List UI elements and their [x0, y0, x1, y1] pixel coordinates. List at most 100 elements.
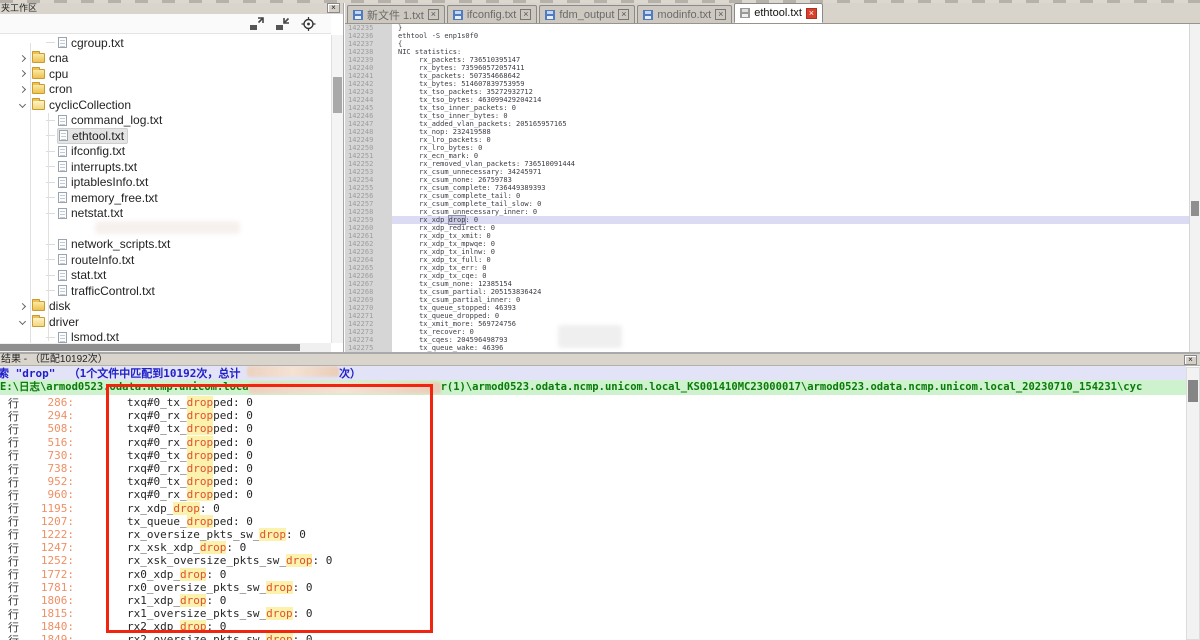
editor-line[interactable]: 142265 rx_xdp_tx_err: 0 [345, 264, 1189, 272]
tree-item-iptablesInfo.txt[interactable]: iptablesInfo.txt [0, 175, 331, 191]
editor-line[interactable]: 142273 tx_recover: 0 [345, 328, 1189, 336]
tree-item-body[interactable]: network_scripts.txt [57, 237, 173, 251]
chevron-right-icon[interactable] [19, 70, 26, 77]
chevron-right-icon[interactable] [19, 55, 26, 62]
expand-all-icon[interactable] [249, 17, 265, 31]
editor-line[interactable]: 142249 rx_lro_packets: 0 [345, 136, 1189, 144]
editor-line[interactable]: 142239 rx_packets: 736510395147 [345, 56, 1189, 64]
workspace-hscrollbar-thumb[interactable] [0, 344, 300, 351]
editor-line[interactable]: 142261 rx_xdp_tx_xmit: 0 [345, 232, 1189, 240]
collapse-all-icon[interactable] [275, 17, 291, 31]
editor-line[interactable]: 142266 rx_xdp_tx_cqe: 0 [345, 272, 1189, 280]
editor-line[interactable]: 142247 tx_added_vlan_packets: 2051659571… [345, 120, 1189, 128]
editor-line[interactable]: 142245 tx_tso_inner_packets: 0 [345, 104, 1189, 112]
editor-line[interactable]: 142272 tx_xmit_more: 569724756 [345, 320, 1189, 328]
tree-item-ifconfig.txt[interactable]: ifconfig.txt [0, 144, 331, 160]
editor-line[interactable]: 142241 tx_packets: 507354668642 [345, 72, 1189, 80]
editor-line[interactable]: 142274 tx_cqes: 204596498793 [345, 336, 1189, 344]
tab-close-icon[interactable]: × [618, 9, 629, 20]
editor-line[interactable]: 142246 tx_tso_inner_bytes: 0 [345, 112, 1189, 120]
editor-line[interactable]: 142244 tx_tso_bytes: 463099429204214 [345, 96, 1189, 104]
tab-modinfo.txt[interactable]: modinfo.txt× [637, 5, 732, 23]
editor-line[interactable]: 142269 tx_csum_partial_inner: 0 [345, 296, 1189, 304]
tree-item-body[interactable]: cyclicCollection [31, 98, 134, 112]
editor-line[interactable]: 142271 tx_queue_dropped: 0 [345, 312, 1189, 320]
editor-line[interactable]: 142258 rx_csum_unnecessary_inner: 0 [345, 208, 1189, 216]
tab-close-icon[interactable]: × [715, 9, 726, 20]
editor-line[interactable]: 142267 tx_csum_none: 12385154 [345, 280, 1189, 288]
results-vscrollbar[interactable] [1186, 367, 1200, 640]
chevron-right-icon[interactable] [19, 86, 26, 93]
tree-item-body[interactable]: routeInfo.txt [57, 253, 137, 267]
tree-item-selected[interactable]: ethtool.txt [57, 128, 128, 144]
editor-line[interactable]: 142252 rx_removed_vlan_packets: 73651009… [345, 160, 1189, 168]
tree-item-interrupts.txt[interactable]: interrupts.txt [0, 159, 331, 175]
workspace-vscrollbar-thumb[interactable] [333, 77, 342, 113]
tab-ifconfig.txt[interactable]: ifconfig.txt× [447, 5, 538, 23]
tree-item-body[interactable]: interrupts.txt [57, 160, 140, 174]
editor-line[interactable]: 142263 rx_xdp_tx_inlnw: 0 [345, 248, 1189, 256]
workspace-hscrollbar[interactable] [0, 343, 331, 352]
tree-item-body[interactable]: command_log.txt [57, 113, 165, 127]
editor-line[interactable]: 142248 tx_nop: 232419588 [345, 128, 1189, 136]
tree-item-memory_free.txt[interactable]: memory_free.txt [0, 190, 331, 206]
editor-vscrollbar-thumb[interactable] [1191, 201, 1199, 216]
tree-item-body[interactable]: cgroup.txt [57, 36, 127, 50]
tree-item-body[interactable]: iptablesInfo.txt [57, 175, 151, 189]
tree-item-cpu[interactable]: cpu [0, 66, 331, 82]
tree-item-ethtool.txt[interactable]: ethtool.txt [0, 128, 331, 144]
tree-item-stat.txt[interactable]: stat.txt [0, 268, 331, 284]
tab-ethtool.txt[interactable]: ethtool.txt× [734, 3, 823, 23]
results-close-button[interactable]: × [1184, 355, 1197, 365]
workspace-vscrollbar[interactable] [331, 35, 343, 343]
editor-line[interactable]: 142275 tx_queue_wake: 46396 [345, 344, 1189, 352]
tree-item-command_log.txt[interactable]: command_log.txt [0, 113, 331, 129]
results-vscrollbar-thumb[interactable] [1188, 380, 1198, 402]
tree-item-body[interactable]: driver [31, 315, 82, 329]
editor-line[interactable]: 142235} [345, 24, 1189, 32]
editor-line[interactable]: 142242 tx_bytes: 514607839753959 [345, 80, 1189, 88]
editor-line[interactable]: 142259 rx_xdp_drop: 0 [345, 216, 1189, 224]
tree-item-body[interactable]: ifconfig.txt [57, 144, 128, 158]
editor-line[interactable]: 142250 rx_lro_bytes: 0 [345, 144, 1189, 152]
tree-item-body[interactable]: netstat.txt [57, 206, 126, 220]
editor-line[interactable]: 142264 rx_xdp_tx_full: 0 [345, 256, 1189, 264]
tree-item-cna[interactable]: cna [0, 51, 331, 67]
workspace-close-button[interactable]: × [327, 3, 340, 13]
tree-item-body[interactable]: disk [31, 299, 73, 313]
tab-close-icon[interactable]: × [520, 9, 531, 20]
editor-line[interactable]: 142237{ [345, 40, 1189, 48]
tab-close-icon[interactable]: × [428, 9, 439, 20]
tree-item-disk[interactable]: disk [0, 299, 331, 315]
editor-line[interactable]: 142270 tx_queue_stopped: 46393 [345, 304, 1189, 312]
tab--1.txt[interactable]: 新文件 1.txt× [347, 5, 445, 23]
tree-item-body[interactable]: cna [31, 51, 71, 65]
editor-line[interactable]: 142254 rx_csum_none: 26759783 [345, 176, 1189, 184]
tree-item-trafficControl.txt[interactable]: trafficControl.txt [0, 283, 331, 299]
tree-item-body[interactable]: cron [31, 82, 75, 96]
editor-line[interactable]: 142251 rx_ecn_mark: 0 [345, 152, 1189, 160]
tree-item-body[interactable]: cpu [31, 67, 71, 81]
tree-item-body[interactable]: stat.txt [57, 268, 109, 282]
editor-vscrollbar[interactable] [1189, 24, 1200, 352]
tree-item-cyclicCollection[interactable]: cyclicCollection [0, 97, 331, 113]
locate-file-icon[interactable] [301, 17, 317, 31]
chevron-down-icon[interactable] [19, 318, 26, 325]
chevron-down-icon[interactable] [19, 101, 26, 108]
tree-item-lsmod.txt[interactable]: lsmod.txt [0, 330, 331, 344]
tree-item-body[interactable]: memory_free.txt [57, 191, 161, 205]
editor-line[interactable]: 142268 tx_csum_partial: 205153836424 [345, 288, 1189, 296]
tab-close-icon[interactable]: × [806, 8, 817, 19]
tree-item-body[interactable]: trafficControl.txt [57, 284, 158, 298]
editor-line[interactable]: 142253 rx_csum_unnecessary: 34245971 [345, 168, 1189, 176]
result-row[interactable]: 行1849:rx2_oversize_pkts_sw_drop: 0 [0, 633, 1186, 640]
editor-line[interactable]: 142238NIC statistics: [345, 48, 1189, 56]
chevron-right-icon[interactable] [19, 303, 26, 310]
editor-line[interactable]: 142256 rx_csum_complete_tail: 0 [345, 192, 1189, 200]
tree-item-routeInfo.txt[interactable]: routeInfo.txt [0, 252, 331, 268]
tree-item-driver[interactable]: driver [0, 314, 331, 330]
tree-item-cgroup.txt[interactable]: cgroup.txt [0, 35, 331, 51]
tree-item-cron[interactable]: cron [0, 82, 331, 98]
editor-line[interactable]: 142255 rx_csum_complete: 736449389393 [345, 184, 1189, 192]
editor-line[interactable]: 142260 rx_xdp_redirect: 0 [345, 224, 1189, 232]
